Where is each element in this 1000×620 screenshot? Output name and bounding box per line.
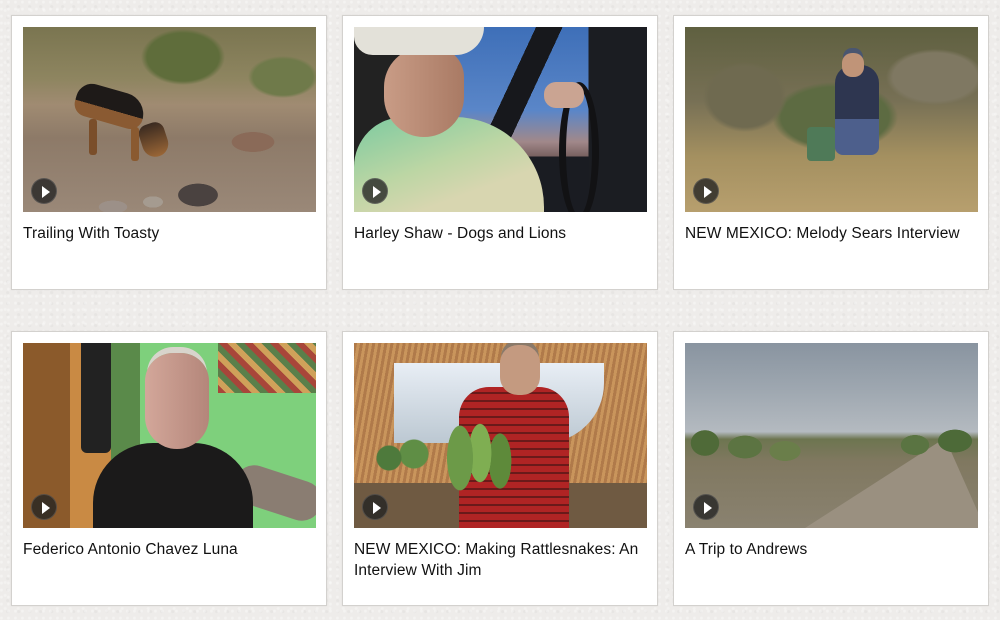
dog-head	[136, 119, 172, 161]
play-icon[interactable]	[362, 178, 388, 204]
dog-figure	[71, 80, 149, 132]
video-title[interactable]: Harley Shaw - Dogs and Lions	[354, 223, 644, 244]
video-title[interactable]: NEW MEXICO: Making Rattlesnakes: An Inte…	[354, 539, 644, 581]
backpack	[807, 127, 835, 161]
hanging-cloth	[81, 343, 111, 453]
video-title[interactable]: A Trip to Andrews	[685, 539, 975, 560]
video-thumbnail[interactable]	[23, 27, 316, 212]
man-face	[500, 345, 540, 395]
man-face	[384, 47, 464, 137]
cactus-plant	[440, 413, 520, 503]
man-figure	[835, 65, 879, 155]
video-thumbnail[interactable]	[354, 27, 647, 212]
video-title[interactable]: NEW MEXICO: Melody Sears Interview	[685, 223, 975, 244]
video-card-3[interactable]: NEW MEXICO: Melody Sears Interview	[673, 15, 989, 290]
wall-tapestry	[218, 343, 316, 393]
desert-brush	[895, 415, 978, 455]
video-card-5[interactable]: NEW MEXICO: Making Rattlesnakes: An Inte…	[342, 331, 658, 606]
video-card-6[interactable]: A Trip to Andrews	[673, 331, 989, 606]
play-icon[interactable]	[31, 178, 57, 204]
dog-leg	[89, 119, 97, 155]
hand	[544, 82, 584, 108]
man-vest	[93, 443, 253, 528]
video-thumbnail[interactable]	[354, 343, 647, 528]
play-icon[interactable]	[31, 494, 57, 520]
video-title[interactable]: Federico Antonio Chavez Luna	[23, 539, 313, 560]
video-card-4[interactable]: Federico Antonio Chavez Luna	[11, 331, 327, 606]
video-card-1[interactable]: Trailing With Toasty	[11, 15, 327, 290]
man-head	[842, 53, 864, 77]
video-thumbnail[interactable]	[685, 343, 978, 528]
video-thumbnail[interactable]	[685, 27, 978, 212]
video-thumbnail[interactable]	[23, 343, 316, 528]
video-card-2[interactable]: Harley Shaw - Dogs and Lions	[342, 15, 658, 290]
play-icon[interactable]	[362, 494, 388, 520]
desert-brush	[685, 413, 805, 463]
dog-leg	[131, 127, 139, 161]
cowboy-hat	[354, 27, 484, 55]
play-icon[interactable]	[693, 178, 719, 204]
video-title[interactable]: Trailing With Toasty	[23, 223, 313, 244]
potted-plants	[374, 438, 434, 478]
play-icon[interactable]	[693, 494, 719, 520]
man-face	[145, 353, 209, 449]
